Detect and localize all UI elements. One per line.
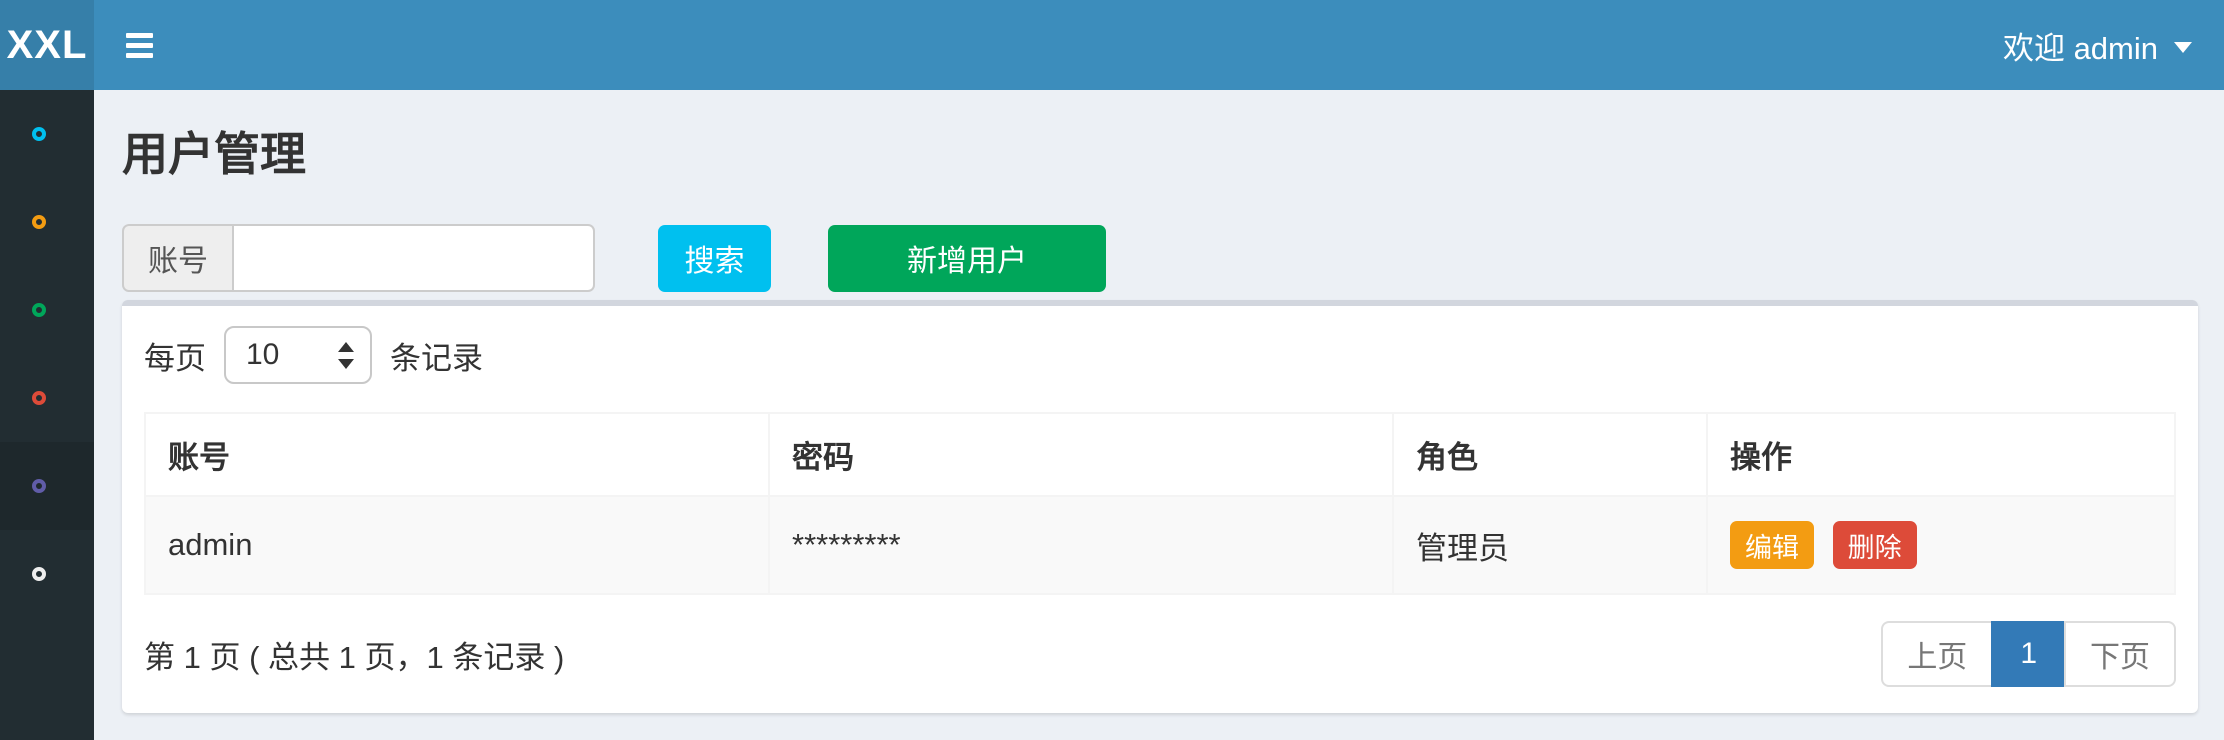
pagination-summary: 第 1 页 ( 总共 1 页，1 条记录 ) [144,632,564,677]
column-header-password: 密码 [769,413,1393,496]
account-field-label: 账号 [122,224,232,292]
search-toolbar: 账号 搜索 新增用户 [122,224,2198,292]
current-page-button[interactable]: 1 [1991,621,2066,687]
circle-icon [32,391,46,405]
page-title: 用户管理 [122,118,2198,184]
cell-role: 管理员 [1393,496,1707,594]
cell-account: admin [145,496,769,594]
sidebar-item-4[interactable] [0,354,94,442]
table-footer: 第 1 页 ( 总共 1 页，1 条记录 ) 上页 1 下页 [144,621,2176,687]
navbar-spacer [184,0,2003,90]
sidebar-item-2[interactable] [0,178,94,266]
delete-button[interactable]: 删除 [1833,521,1917,569]
column-header-account: 账号 [145,413,769,496]
column-header-role: 角色 [1393,413,1707,496]
circle-icon [32,567,46,581]
table-row: admin ********* 管理员 编辑 删除 [145,496,2175,594]
page-size-prefix-label: 每页 [144,333,206,378]
sidebar-item-1[interactable] [0,90,94,178]
circle-icon [32,215,46,229]
sidebar-nav [0,90,94,740]
account-search-input[interactable] [232,224,595,292]
user-table-panel: 每页 10 条记录 账号 密码 角色 操作 [122,300,2198,713]
app-screen: XXL 欢迎 admin 用户管理 [0,0,2224,740]
page-size-selected-value: 10 [246,338,279,372]
column-header-actions: 操作 [1707,413,2175,496]
sidebar-toggle-button[interactable] [94,0,184,90]
next-page-button[interactable]: 下页 [2064,621,2176,687]
users-table: 账号 密码 角色 操作 admin ********* 管理员 编辑 删除 [144,412,2176,595]
circle-icon [32,127,46,141]
cell-password: ********* [769,496,1393,594]
page-size-select[interactable]: 10 [224,326,372,384]
welcome-label: 欢迎 admin [2003,23,2158,68]
select-stepper-icon [338,342,354,369]
hamburger-icon [126,33,153,58]
user-menu[interactable]: 欢迎 admin [2003,0,2224,90]
account-input-group: 账号 [122,224,595,292]
search-button[interactable]: 搜索 [658,225,771,292]
page-size-row: 每页 10 条记录 [144,326,2176,384]
sidebar-item-5[interactable] [0,442,94,530]
app-logo[interactable]: XXL [0,0,94,90]
sidebar-item-3[interactable] [0,266,94,354]
main-content: 用户管理 账号 搜索 新增用户 每页 10 条记录 [94,90,2224,740]
add-user-button[interactable]: 新增用户 [828,225,1106,292]
table-header-row: 账号 密码 角色 操作 [145,413,2175,496]
edit-button[interactable]: 编辑 [1730,521,1814,569]
circle-icon [32,479,46,493]
cell-actions: 编辑 删除 [1707,496,2175,594]
sidebar-item-6[interactable] [0,530,94,618]
top-navbar: XXL 欢迎 admin [0,0,2224,90]
circle-icon [32,303,46,317]
prev-page-button[interactable]: 上页 [1881,621,1993,687]
page-size-suffix-label: 条记录 [390,333,483,378]
caret-down-icon [2174,42,2192,53]
pagination: 上页 1 下页 [1881,621,2176,687]
